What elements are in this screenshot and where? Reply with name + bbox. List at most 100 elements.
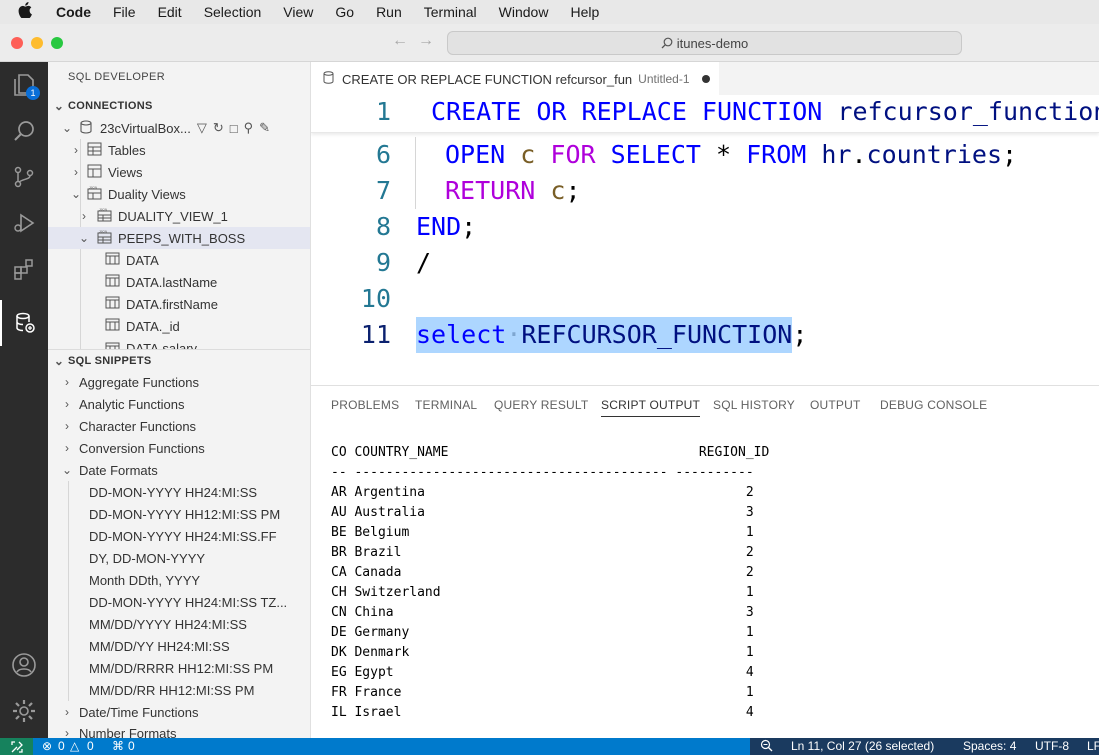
errors-icon[interactable]: ⊗ (42, 739, 52, 753)
menu-window[interactable]: Window (499, 4, 549, 20)
chevron-right-icon: › (65, 726, 69, 738)
explorer-icon[interactable]: 1 (0, 62, 48, 108)
menu-terminal[interactable]: Terminal (424, 4, 477, 20)
snippet-category[interactable]: › Analytic Functions (48, 393, 310, 415)
output-row: CA Canada 2 (331, 565, 754, 580)
command-center-search[interactable]: itunes-demo (447, 31, 962, 55)
snippet-item[interactable]: Month DDth, YYYY (48, 569, 310, 591)
snippet-category[interactable]: › Aggregate Functions (48, 371, 310, 393)
chevron-down-icon: ⌄ (61, 121, 73, 135)
snippet-category[interactable]: › Date/Time Functions (48, 701, 310, 723)
snippet-item-label: MM/DD/RR HH12:MI:SS PM (89, 682, 255, 698)
snippet-item[interactable]: DY, DD-MON-YYYY (48, 547, 310, 569)
panel-tab-sql-history[interactable]: SQL HISTORY (713, 398, 795, 412)
output-country-code: AR (331, 485, 355, 500)
panel-tab-query-result[interactable]: QUERY RESULT (494, 398, 588, 412)
snippet-category[interactable]: › Character Functions (48, 415, 310, 437)
code-token: END (416, 212, 462, 241)
tree-item-duality-view-1[interactable]: › JSON DUALITY_VIEW_1 (48, 205, 310, 227)
output-region-id: 4 (675, 705, 754, 720)
maximize-window-button[interactable] (51, 37, 63, 49)
encoding[interactable]: UTF-8 (1035, 739, 1069, 753)
account-icon[interactable] (0, 642, 48, 688)
menu-go[interactable]: Go (335, 4, 354, 20)
code-editor[interactable]: 1 CREATE OR REPLACE FUNCTION refcursor_f… (311, 95, 1099, 385)
tree-item-column[interactable]: DATA (48, 249, 310, 271)
back-arrow-icon[interactable]: ← (392, 32, 408, 50)
code-line: RETURN c; (445, 176, 581, 205)
ports-icon[interactable]: ⌘ (112, 739, 124, 753)
cursor-position[interactable]: Ln 11, Col 27 (26 selected) (791, 739, 934, 753)
tree-connection[interactable]: ⌄ 23cVirtualBox... ▽ ↻ □ ⚲ ✎ (48, 117, 310, 139)
connect-icon[interactable]: ⚲ (244, 120, 254, 136)
connections-section-header[interactable]: ⌄ CONNECTIONS (48, 95, 310, 117)
indentation[interactable]: Spaces: 4 (963, 739, 1016, 753)
snippet-item[interactable]: MM/DD/RRRR HH12:MI:SS PM (48, 657, 310, 679)
editor-tab[interactable]: CREATE OR REPLACE FUNCTION refcursor_fun… (311, 62, 719, 95)
panel-tab-script-output[interactable]: SCRIPT OUTPUT (601, 398, 701, 417)
panel-tab-output[interactable]: OUTPUT (810, 398, 861, 412)
snippet-category[interactable]: › Conversion Functions (48, 437, 310, 459)
search-icon[interactable] (0, 108, 48, 154)
chevron-right-icon: › (74, 165, 78, 179)
snippet-item[interactable]: DD-MON-YYYY HH24:MI:SS (48, 481, 310, 503)
new-file-icon[interactable]: □ (230, 121, 238, 136)
unsaved-dot-icon[interactable] (701, 75, 710, 83)
remote-indicator[interactable] (0, 738, 33, 755)
output-country-code: DK (331, 645, 355, 660)
minimize-window-button[interactable] (31, 37, 43, 49)
snippet-item[interactable]: MM/DD/RR HH12:MI:SS PM (48, 679, 310, 701)
close-window-button[interactable] (11, 37, 23, 49)
menu-help[interactable]: Help (570, 4, 599, 20)
tree-item-column[interactable]: DATA._id (48, 315, 310, 337)
snippet-category-label: Analytic Functions (79, 396, 185, 412)
filter-icon[interactable]: ▽ (197, 120, 207, 136)
end-of-line[interactable]: LF (1087, 739, 1099, 753)
snippet-item-label: MM/DD/YYYY HH24:MI:SS (89, 616, 247, 632)
source-control-icon[interactable] (0, 154, 48, 200)
tree-item-column[interactable]: DATA.lastName (48, 271, 310, 293)
warnings-icon[interactable]: △ (70, 739, 79, 753)
connection-name: 23cVirtualBox... (100, 120, 191, 136)
sql-snippets-section-header[interactable]: ⌄ SQL SNIPPETS (48, 350, 310, 372)
menu-run[interactable]: Run (376, 4, 402, 20)
menu-code[interactable]: Code (56, 4, 91, 20)
panel-tab-debug-console[interactable]: DEBUG CONSOLE (880, 398, 987, 412)
apple-icon[interactable] (18, 2, 36, 22)
errors-count[interactable]: 0 (58, 739, 65, 753)
snippet-category[interactable]: › Number Formats (48, 723, 310, 738)
ports-count[interactable]: 0 (128, 739, 135, 753)
output-region-id: 1 (675, 585, 754, 600)
sql-developer-icon[interactable] (0, 300, 48, 346)
tree-item-column[interactable]: DATA.firstName (48, 293, 310, 315)
tree-item-views[interactable]: › Views (48, 161, 310, 183)
tree-item-tables[interactable]: › Tables (48, 139, 310, 161)
menu-edit[interactable]: Edit (158, 4, 182, 20)
forward-arrow-icon[interactable]: → (418, 32, 434, 50)
panel-tab-problems[interactable]: PROBLEMS (331, 398, 399, 412)
panel-tab-terminal[interactable]: TERMINAL (415, 398, 477, 412)
snippet-item[interactable]: MM/DD/YYYY HH24:MI:SS (48, 613, 310, 635)
menu-selection[interactable]: Selection (204, 4, 262, 20)
output-row: IL Israel 4 (331, 705, 754, 720)
extensions-icon[interactable] (0, 246, 48, 292)
output-region-id: 3 (675, 505, 754, 520)
line-number-active: 11 (360, 320, 391, 349)
snippet-item[interactable]: DD-MON-YYYY HH24:MI:SS TZ... (48, 591, 310, 613)
edit-icon[interactable]: ✎ (259, 120, 270, 136)
code-token: / (416, 248, 432, 277)
run-debug-icon[interactable] (0, 200, 48, 246)
snippet-category-date-formats[interactable]: ⌄ Date Formats (48, 459, 310, 481)
refresh-icon[interactable]: ↻ (213, 120, 224, 136)
tree-item-peeps-with-boss[interactable]: ⌄ JSON PEEPS_WITH_BOSS (48, 227, 310, 249)
manage-gear-icon[interactable] (0, 688, 48, 734)
snippet-item[interactable]: MM/DD/YY HH24:MI:SS (48, 635, 310, 657)
snippet-item[interactable]: DD-MON-YYYY HH12:MI:SS PM (48, 503, 310, 525)
menu-view[interactable]: View (283, 4, 313, 20)
tree-item-column[interactable]: DATA.salary (48, 337, 310, 349)
warnings-count[interactable]: 0 (87, 739, 94, 753)
zoom-icon[interactable] (760, 739, 773, 755)
snippet-item[interactable]: DD-MON-YYYY HH24:MI:SS.FF (48, 525, 310, 547)
menu-file[interactable]: File (113, 4, 136, 20)
tree-item-duality-views[interactable]: ⌄ JSON Duality Views (48, 183, 310, 205)
